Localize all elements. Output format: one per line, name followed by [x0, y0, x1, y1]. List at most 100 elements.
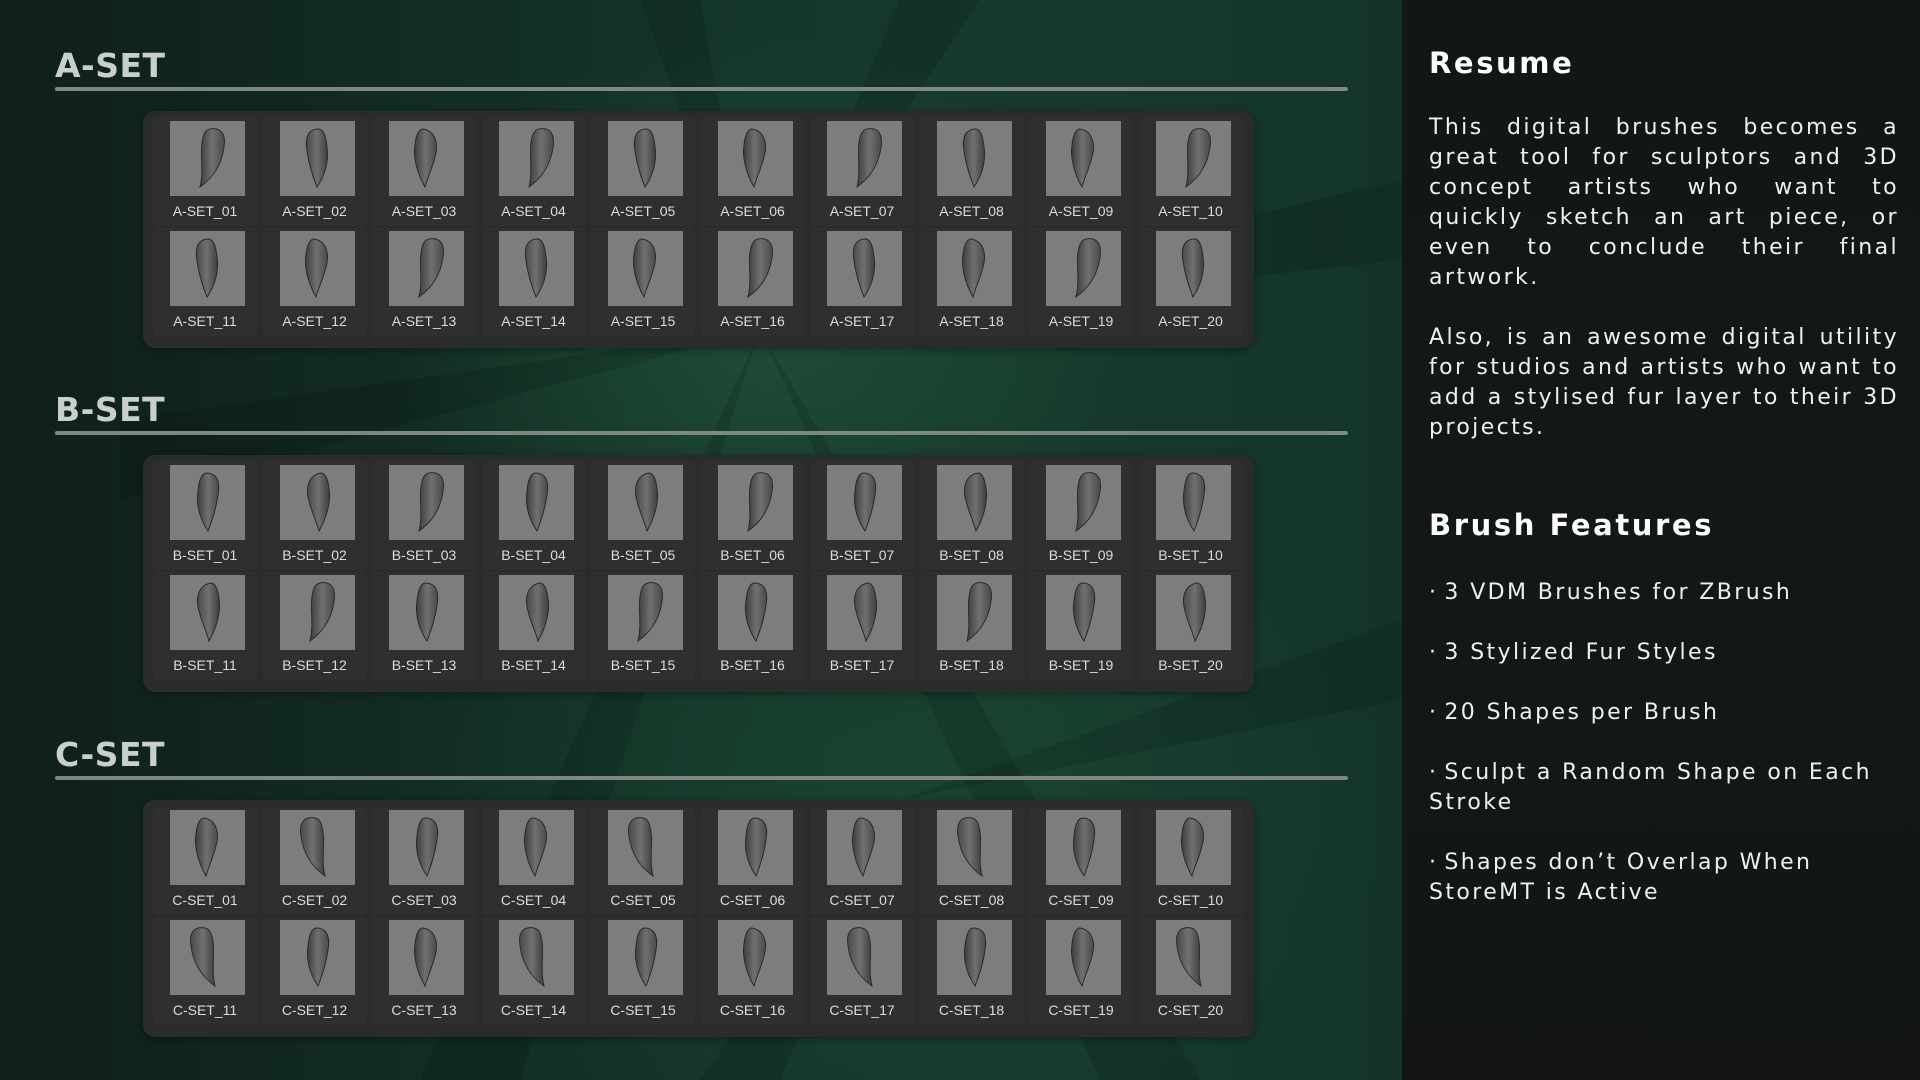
brush-label: B-SET_04 [501, 547, 566, 563]
brush-tile[interactable]: A-SET_19 [1029, 228, 1133, 336]
fur-strand-icon [195, 238, 218, 299]
brush-tile[interactable]: A-SET_08 [919, 118, 1024, 226]
brush-tile[interactable]: C-SET_05 [591, 807, 695, 915]
brush-thumbnail [717, 575, 793, 650]
brush-thumbnail [717, 231, 793, 306]
brush-thumbnail [279, 121, 355, 196]
brush-tile[interactable]: B-SET_11 [153, 572, 257, 680]
brush-tile[interactable]: C-SET_17 [810, 917, 914, 1025]
brush-tile[interactable]: A-SET_18 [919, 228, 1024, 336]
brush-tile[interactable]: C-SET_14 [481, 917, 586, 1025]
fur-strand-icon [963, 472, 987, 533]
brush-tile[interactable]: A-SET_14 [481, 228, 586, 336]
brush-tile[interactable]: C-SET_15 [591, 917, 695, 1025]
brush-thumbnail [827, 575, 902, 650]
brush-tile[interactable]: A-SET_15 [591, 228, 695, 336]
brush-label: B-SET_05 [610, 547, 676, 563]
brush-tile[interactable]: C-SET_04 [481, 807, 586, 915]
brush-thumbnail [498, 810, 574, 885]
brush-label: B-SET_14 [501, 657, 566, 673]
brush-thumbnail [389, 121, 464, 196]
fur-strand-icon [742, 927, 766, 988]
bullet-icon: · [1429, 640, 1439, 665]
brush-tile[interactable]: C-SET_10 [1138, 807, 1243, 915]
brush-tile[interactable]: C-SET_03 [372, 807, 476, 915]
brush-tile[interactable]: A-SET_06 [700, 118, 805, 226]
brush-tile[interactable]: C-SET_02 [262, 807, 367, 915]
feature-item: · Sculpt a Random Shape on Each Stroke [1429, 758, 1909, 818]
brush-tile[interactable]: A-SET_20 [1138, 228, 1243, 336]
brush-tile[interactable]: B-SET_20 [1138, 572, 1243, 680]
brush-thumbnail [389, 465, 464, 540]
brush-tile[interactable]: B-SET_08 [919, 462, 1024, 570]
brush-thumbnail [936, 575, 1012, 650]
brush-tile[interactable]: A-SET_05 [591, 118, 695, 226]
brush-tile[interactable]: B-SET_07 [810, 462, 914, 570]
brush-tile[interactable]: B-SET_03 [372, 462, 476, 570]
fur-strand-icon [308, 582, 335, 643]
brush-tile[interactable]: C-SET_20 [1138, 917, 1243, 1025]
fur-strand-icon [1075, 472, 1101, 533]
brush-thumbnail [717, 121, 793, 196]
brush-thumbnail [279, 575, 355, 650]
brush-tile[interactable]: C-SET_06 [700, 807, 805, 915]
brush-tile[interactable]: C-SET_18 [919, 917, 1024, 1025]
brush-tile[interactable]: C-SET_13 [372, 917, 476, 1025]
brush-tile[interactable]: C-SET_08 [919, 807, 1024, 915]
brush-label: A-SET_17 [829, 313, 895, 329]
fur-strand-icon [961, 238, 985, 299]
brush-tile[interactable]: B-SET_01 [153, 462, 257, 570]
fur-strand-icon [299, 817, 326, 878]
brush-tile[interactable]: A-SET_13 [372, 228, 476, 336]
fur-strand-icon [633, 128, 656, 189]
brush-tile[interactable]: C-SET_11 [153, 917, 257, 1025]
brush-tile[interactable]: B-SET_04 [481, 462, 586, 570]
fur-strand-icon [746, 238, 773, 299]
fur-strand-icon [1184, 128, 1211, 189]
brush-tile[interactable]: A-SET_12 [262, 228, 367, 336]
fur-strand-icon [1181, 238, 1204, 299]
brush-tile[interactable]: B-SET_10 [1138, 462, 1243, 570]
brush-features-heading: Brush Features [1429, 508, 1715, 542]
brush-label: A-SET_05 [610, 203, 676, 219]
brush-tile[interactable]: B-SET_19 [1029, 572, 1133, 680]
brush-tile[interactable]: C-SET_01 [153, 807, 257, 915]
brush-tile[interactable]: B-SET_12 [262, 572, 367, 680]
description-sidebar: Resume This digital brushes becomes a gr… [1402, 0, 1920, 1080]
brush-tile[interactable]: B-SET_05 [591, 462, 695, 570]
brush-tile[interactable]: A-SET_17 [810, 228, 914, 336]
brush-tile[interactable]: A-SET_09 [1029, 118, 1133, 226]
brush-tile[interactable]: C-SET_09 [1029, 807, 1133, 915]
brush-label: A-SET_16 [720, 313, 785, 329]
brush-tile[interactable]: A-SET_16 [700, 228, 805, 336]
brush-tile[interactable]: B-SET_14 [481, 572, 586, 680]
brush-tile[interactable]: A-SET_02 [262, 118, 367, 226]
brush-tile[interactable]: A-SET_11 [153, 228, 257, 336]
feature-text: 3 VDM Brushes for ZBrush [1444, 580, 1793, 605]
brush-tile[interactable]: A-SET_07 [810, 118, 914, 226]
brush-tile[interactable]: A-SET_01 [153, 118, 257, 226]
brush-tile[interactable]: A-SET_04 [481, 118, 586, 226]
fur-strand-icon [416, 582, 439, 643]
brush-label: A-SET_02 [282, 203, 347, 219]
brush-tile[interactable]: C-SET_19 [1029, 917, 1133, 1025]
brush-tile[interactable]: B-SET_02 [262, 462, 367, 570]
brush-tile[interactable]: B-SET_18 [919, 572, 1024, 680]
brush-tile[interactable]: A-SET_03 [372, 118, 476, 226]
brush-tile[interactable]: B-SET_16 [700, 572, 805, 680]
brush-tile[interactable]: B-SET_06 [700, 462, 805, 570]
brush-label: B-SET_07 [829, 547, 895, 563]
brush-tile[interactable]: B-SET_17 [810, 572, 914, 680]
brush-thumbnail [936, 920, 1012, 995]
brush-tile[interactable]: B-SET_09 [1029, 462, 1133, 570]
brush-tile[interactable]: C-SET_12 [262, 917, 367, 1025]
brush-tile[interactable]: B-SET_13 [372, 572, 476, 680]
brush-tile[interactable]: A-SET_10 [1138, 118, 1243, 226]
brush-label: B-SET_09 [1048, 547, 1114, 563]
fur-strand-icon [746, 472, 773, 533]
fur-strand-icon [197, 582, 220, 643]
brush-tile[interactable]: B-SET_15 [591, 572, 695, 680]
brush-label: C-SET_09 [1048, 892, 1114, 908]
brush-tile[interactable]: C-SET_16 [700, 917, 805, 1025]
brush-tile[interactable]: C-SET_07 [810, 807, 914, 915]
